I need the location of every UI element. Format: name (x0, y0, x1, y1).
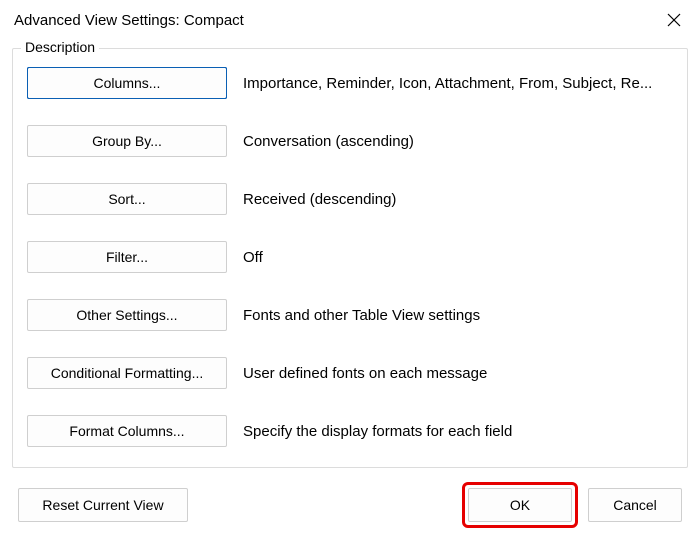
row-sort: Sort... Received (descending) (27, 183, 673, 215)
row-filter: Filter... Off (27, 241, 673, 273)
conditional-formatting-description: User defined fonts on each message (243, 365, 673, 382)
columns-description: Importance, Reminder, Icon, Attachment, … (243, 75, 673, 92)
close-icon (667, 13, 681, 27)
other-settings-description: Fonts and other Table View settings (243, 307, 673, 324)
row-format-columns: Format Columns... Specify the display fo… (27, 415, 673, 447)
row-group-by: Group By... Conversation (ascending) (27, 125, 673, 157)
other-settings-button[interactable]: Other Settings... (27, 299, 227, 331)
sort-button[interactable]: Sort... (27, 183, 227, 215)
conditional-formatting-button[interactable]: Conditional Formatting... (27, 357, 227, 389)
filter-description: Off (243, 249, 673, 266)
groupbox-label: Description (21, 39, 99, 55)
row-other-settings: Other Settings... Fonts and other Table … (27, 299, 673, 331)
window-title: Advanced View Settings: Compact (14, 12, 244, 29)
reset-current-view-button[interactable]: Reset Current View (18, 488, 188, 522)
description-groupbox: Description Columns... Importance, Remin… (12, 48, 688, 468)
ok-button[interactable]: OK (468, 488, 572, 522)
row-conditional-formatting: Conditional Formatting... User defined f… (27, 357, 673, 389)
sort-description: Received (descending) (243, 191, 673, 208)
group-by-button[interactable]: Group By... (27, 125, 227, 157)
filter-button[interactable]: Filter... (27, 241, 227, 273)
footer: Reset Current View OK Cancel (12, 468, 688, 534)
titlebar: Advanced View Settings: Compact (0, 0, 700, 40)
format-columns-button[interactable]: Format Columns... (27, 415, 227, 447)
format-columns-description: Specify the display formats for each fie… (243, 423, 673, 440)
dialog-window: Advanced View Settings: Compact Descript… (0, 0, 700, 542)
group-by-description: Conversation (ascending) (243, 133, 673, 150)
row-columns: Columns... Importance, Reminder, Icon, A… (27, 67, 673, 99)
columns-button[interactable]: Columns... (27, 67, 227, 99)
highlight-annotation: OK (462, 482, 578, 528)
close-button[interactable] (662, 8, 686, 32)
cancel-button[interactable]: Cancel (588, 488, 682, 522)
content-area: Description Columns... Importance, Remin… (0, 40, 700, 546)
